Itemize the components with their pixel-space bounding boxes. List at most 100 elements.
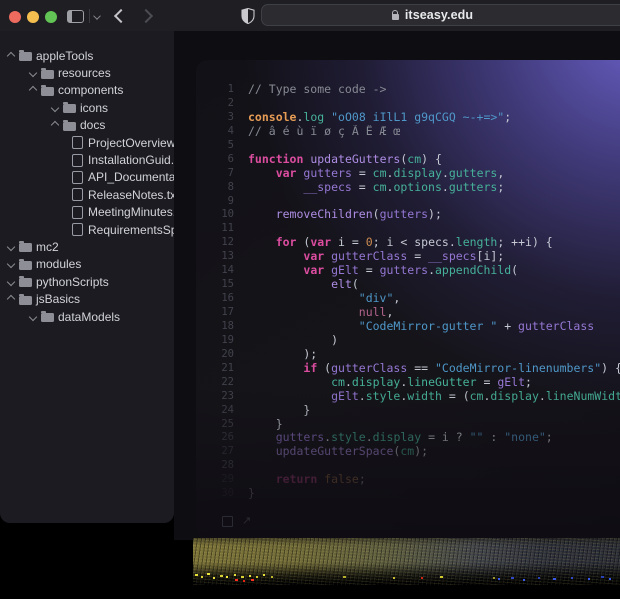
code-line[interactable]: 13 var gutterClass = __specs[i]; [196,250,620,264]
chevron-up-icon[interactable] [7,51,15,59]
code-text: // â é ù ï ø ç Ã Ê Æ œ [248,125,400,139]
tree-item-modules[interactable]: modules [0,256,174,273]
code-line[interactable]: 15 elt( [196,278,620,292]
chevron-down-icon[interactable] [7,260,15,268]
code-line[interactable]: 16 "div", [196,292,620,306]
tree-item-requirementssp[interactable]: RequirementsSp... [0,221,174,238]
code-line[interactable]: 27 updateGutterSpace(cm); [196,445,620,459]
code-line[interactable]: 10 removeChildren(gutters); [196,208,620,222]
tree-item-pythonscripts[interactable]: pythonScripts [0,273,174,290]
line-number: 21 [196,362,234,376]
file-icon [72,154,83,167]
code-line[interactable]: 25 } [196,418,620,432]
tree-item-jsbasics[interactable]: jsBasics [0,290,174,307]
folder-icon [19,52,32,61]
toolbar-divider [89,9,90,23]
chevron-down-icon[interactable] [29,69,37,77]
code-line[interactable]: 29 return false; [196,473,620,487]
code-line[interactable]: 1// Type some code -> [196,83,620,97]
code-line[interactable]: 5 [196,139,620,153]
sidebar-toggle-icon[interactable] [67,10,84,23]
tree-item-releasenotes-tx[interactable]: ReleaseNotes.tx... [0,186,174,203]
tree-item-label: mc2 [36,240,59,254]
code-line[interactable]: 26 gutters.style.display = i ? "" : "non… [196,431,620,445]
tree-item-components[interactable]: components [0,82,174,99]
code-text: null, [248,306,393,320]
minimize-button[interactable] [27,11,39,23]
code-line[interactable]: 11 [196,222,620,236]
code-line[interactable]: 22 cm.display.lineGutter = gElt; [196,376,620,390]
code-line[interactable]: 28 [196,459,620,473]
line-number: 10 [196,208,234,222]
tree-item-label: pythonScripts [36,275,109,289]
code-line[interactable]: 24 } [196,404,620,418]
chevron-up-icon[interactable] [51,121,59,129]
tree-item-meetingminutes[interactable]: MeetingMinutes... [0,204,174,221]
code-line[interactable]: 18 "CodeMirror-gutter " + gutterClass [196,320,620,334]
line-number: 1 [196,83,234,97]
code-text: var gElt = gutters.appendChild( [248,264,518,278]
code-line[interactable]: 7 var gutters = cm.display.gutters, [196,167,620,181]
lock-icon [392,14,399,20]
tree-item-label: resources [58,66,111,80]
code-line[interactable]: 8 __specs = cm.options.gutters; [196,181,620,195]
code-line[interactable]: 9 [196,195,620,209]
tree-item-appletools[interactable]: appleTools [0,47,174,64]
line-number: 14 [196,264,234,278]
tree-item-label: appleTools [36,49,93,63]
tree-item-projectoverview[interactable]: ProjectOverview... [0,134,174,151]
privacy-shield-icon[interactable] [241,8,255,24]
tree-item-api-documenta[interactable]: API_Documenta... [0,169,174,186]
line-number: 3 [196,111,234,125]
code-editor[interactable]: 1// Type some code ->23console.log "oO08… [196,60,620,538]
line-number: 25 [196,418,234,432]
code-line[interactable]: 17 null, [196,306,620,320]
code-line[interactable]: 12 for (var i = 0; i < specs.length; ++i… [196,236,620,250]
code-line[interactable]: 2 [196,97,620,111]
tree-item-resources[interactable]: resources [0,64,174,81]
code-line[interactable]: 14 var gElt = gutters.appendChild( [196,264,620,278]
tree-item-icons[interactable]: icons [0,99,174,116]
line-number: 28 [196,459,234,473]
tree-item-docs[interactable]: docs [0,117,174,134]
line-number: 24 [196,404,234,418]
code-line[interactable]: 3console.log "oO08 iIlL1 g9qCGQ ~-+=>"; [196,111,620,125]
back-button[interactable] [114,9,128,23]
code-line[interactable]: 19 ) [196,334,620,348]
chevron-up-icon[interactable] [29,86,37,94]
line-number: 29 [196,473,234,487]
close-button[interactable] [9,11,21,23]
file-icon [72,188,83,201]
code-line[interactable]: 4// â é ù ï ø ç Ã Ê Æ œ [196,125,620,139]
code-text: return false; [248,473,366,487]
code-line[interactable]: 23 gElt.style.width = (cm.display.lineNu… [196,390,620,404]
code-line[interactable]: 30} [196,487,620,501]
line-number: 15 [196,278,234,292]
code-line[interactable]: 21 if (gutterClass == "CodeMirror-linenu… [196,362,620,376]
chevron-down-icon[interactable] [29,312,37,320]
code-line[interactable]: 20 ); [196,348,620,362]
code-line[interactable]: 6function updateGutters(cm) { [196,153,620,167]
file-icon [72,206,83,219]
code-text: gElt.style.width = (cm.display.lineNumWi… [248,390,620,404]
line-number: 19 [196,334,234,348]
chevron-up-icon[interactable] [7,295,15,303]
chevron-down-icon[interactable] [7,243,15,251]
browser-toolbar: itseasy.edu [0,0,620,32]
address-bar[interactable]: itseasy.edu [261,4,620,26]
tree-item-mc2[interactable]: mc2 [0,238,174,255]
chevron-down-icon[interactable] [93,12,101,20]
chevron-down-icon[interactable] [7,278,15,286]
tree-item-label: ProjectOverview... [88,136,174,150]
tree-item-installationguid[interactable]: InstallationGuid... [0,151,174,168]
tree-item-datamodels[interactable]: dataModels [0,308,174,325]
line-number: 20 [196,348,234,362]
page-content: appleTools resources componentsicons docs Pr… [0,31,620,599]
editor-panel-icon[interactable] [222,516,233,527]
folder-icon [63,104,76,113]
zoom-button[interactable] [45,11,57,23]
tree-item-label: docs [80,118,105,132]
chevron-down-icon[interactable] [51,104,59,112]
editor-resize-arrow-icon[interactable]: ↗ [242,517,251,526]
forward-button[interactable] [139,9,153,23]
